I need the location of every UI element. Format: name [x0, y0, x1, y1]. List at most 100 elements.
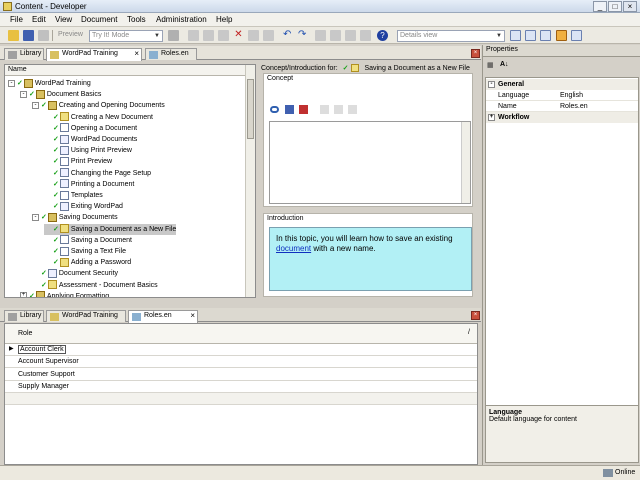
role-cell[interactable]: Supply Manager	[18, 383, 69, 390]
tree-node[interactable]: ✓ Saving a Document	[44, 235, 132, 246]
introduction-text[interactable]: In this topic, you will learn how to sav…	[269, 227, 472, 291]
tab-library[interactable]: Library	[4, 48, 44, 60]
tree-node[interactable]: - ✓ Creating and Opening Documents	[32, 100, 165, 111]
delete-icon[interactable]: ✕	[233, 30, 244, 41]
collapse-icon[interactable]: -	[8, 79, 15, 87]
menu-help[interactable]: Help	[216, 15, 232, 24]
edit-icon[interactable]	[320, 105, 329, 114]
save-icon[interactable]	[23, 30, 34, 41]
collapse-icon[interactable]: -	[32, 102, 39, 110]
sort-icon[interactable]: /	[468, 329, 470, 336]
help-icon[interactable]: ?	[377, 30, 388, 41]
tree-node[interactable]: ✓ WordPad Documents	[44, 134, 137, 145]
new-row[interactable]	[5, 393, 477, 406]
property-category[interactable]: + Workflow	[486, 112, 638, 123]
tree-node[interactable]: ✓ Changing the Page Setup	[44, 168, 151, 179]
move-down-icon[interactable]	[360, 30, 371, 41]
attachment-icon[interactable]	[285, 105, 294, 114]
tree-node[interactable]: - ✓ Document Basics	[20, 89, 101, 100]
tab-roles-bottom[interactable]: Roles.en ×	[128, 310, 198, 323]
panel-toggle-icon[interactable]	[556, 30, 567, 41]
sort-alpha-icon[interactable]: A↓	[500, 61, 512, 72]
paste-icon[interactable]	[218, 30, 229, 41]
close-icon[interactable]: ×	[134, 49, 139, 58]
layout-icon-1[interactable]	[510, 30, 521, 41]
maximize-button[interactable]: □	[608, 1, 622, 12]
menu-administration[interactable]: Administration	[156, 15, 207, 24]
tree-node[interactable]: ✓ Document Security	[32, 268, 118, 279]
collapse-icon[interactable]: -	[20, 90, 27, 98]
tree-node[interactable]: ✓ Exiting WordPad	[44, 201, 123, 212]
tree-node[interactable]: ✓ Saving a Text File	[44, 246, 126, 257]
view-dropdown[interactable]: Details view ▼	[397, 30, 505, 42]
tree-node[interactable]: ✓ Opening a Document	[44, 123, 137, 134]
property-value[interactable]: English	[560, 90, 583, 101]
table-row[interactable]: Supply Manager	[5, 381, 477, 393]
layout-icon-3[interactable]	[540, 30, 551, 41]
document-link[interactable]: document	[276, 244, 311, 253]
tree-node[interactable]: ✓ Adding a Password	[44, 257, 131, 268]
tree-node[interactable]: ✓ Creating a New Document	[44, 112, 153, 123]
tab-library-bottom[interactable]: Library	[4, 310, 44, 322]
move-up-icon[interactable]	[345, 30, 356, 41]
property-row[interactable]: Name Roles.en	[486, 101, 638, 112]
role-cell[interactable]: Customer Support	[18, 371, 75, 378]
tree-column-header[interactable]: Name	[5, 65, 245, 76]
categorized-icon[interactable]: ▦	[487, 61, 497, 72]
panel-icon[interactable]	[571, 30, 582, 41]
close-pane-icon[interactable]: ×	[471, 311, 480, 320]
concept-content-area[interactable]	[269, 121, 471, 204]
preview-button[interactable]: Preview	[58, 31, 83, 38]
tree-node[interactable]: ✓ Print Preview	[44, 156, 112, 167]
close-pane-icon[interactable]: ×	[471, 49, 480, 58]
tab-roles[interactable]: Roles.en	[145, 48, 197, 60]
property-row[interactable]: Language English	[486, 90, 638, 101]
expand-icon[interactable]: +	[20, 292, 27, 297]
preview-icon[interactable]	[348, 105, 357, 114]
tree-node[interactable]: - ✓ Saving Documents	[32, 212, 118, 223]
outdent-icon[interactable]	[315, 30, 326, 41]
tree-node[interactable]: ✓ Printing a Document	[44, 179, 134, 190]
table-row[interactable]: Account Supervisor	[5, 356, 477, 369]
tree-node[interactable]: ✓ Assessment - Document Basics	[32, 280, 158, 291]
tree-node[interactable]: - ✓ WordPad Training	[8, 78, 91, 89]
remove-link-icon[interactable]	[299, 105, 308, 114]
property-category[interactable]: - General	[486, 79, 638, 90]
collapse-icon[interactable]: -	[488, 81, 495, 88]
mode-dropdown[interactable]: Try It! Mode ▼	[89, 30, 163, 42]
tree-node[interactable]: ✓ Templates	[44, 190, 103, 201]
properties-icon[interactable]	[248, 30, 259, 41]
record-icon[interactable]	[168, 30, 179, 41]
collapse-icon[interactable]: -	[32, 214, 39, 222]
undo-icon[interactable]: ↶	[283, 30, 294, 41]
cut-icon[interactable]	[188, 30, 199, 41]
minimize-button[interactable]: _	[593, 1, 607, 12]
print-icon[interactable]	[38, 30, 49, 41]
concept-scrollbar[interactable]	[461, 122, 470, 203]
roles-header[interactable]: Role /	[5, 324, 477, 344]
role-cell[interactable]: Account Supervisor	[18, 358, 79, 365]
open-icon[interactable]	[8, 30, 19, 41]
link-icon[interactable]	[270, 106, 279, 113]
copy-icon[interactable]	[203, 30, 214, 41]
property-value[interactable]: Roles.en	[560, 101, 588, 112]
indent-icon[interactable]	[330, 30, 341, 41]
menu-file[interactable]: File	[10, 15, 23, 24]
tree-scrollbar[interactable]	[245, 65, 255, 297]
tab-wordpad-training-bottom[interactable]: WordPad Training	[46, 310, 126, 322]
link-icon[interactable]	[263, 30, 274, 41]
redo-icon[interactable]: ↷	[298, 30, 309, 41]
menu-tools[interactable]: Tools	[127, 15, 146, 24]
expand-icon[interactable]: +	[488, 114, 495, 121]
menu-edit[interactable]: Edit	[32, 15, 46, 24]
refresh-icon[interactable]	[334, 105, 343, 114]
tree-node[interactable]: + ✓ Applying Formatting	[20, 291, 109, 297]
tree-node[interactable]: ✓ Saving a Document as a New File	[44, 223, 176, 235]
close-window-button[interactable]: ×	[623, 1, 637, 12]
menu-document[interactable]: Document	[81, 15, 117, 24]
table-row[interactable]: Customer Support	[5, 369, 477, 381]
scroll-thumb[interactable]	[247, 79, 254, 139]
tree-node[interactable]: ✓ Using Print Preview	[44, 145, 132, 156]
menu-view[interactable]: View	[55, 15, 72, 24]
role-cell[interactable]: Account Clerk	[18, 345, 66, 354]
